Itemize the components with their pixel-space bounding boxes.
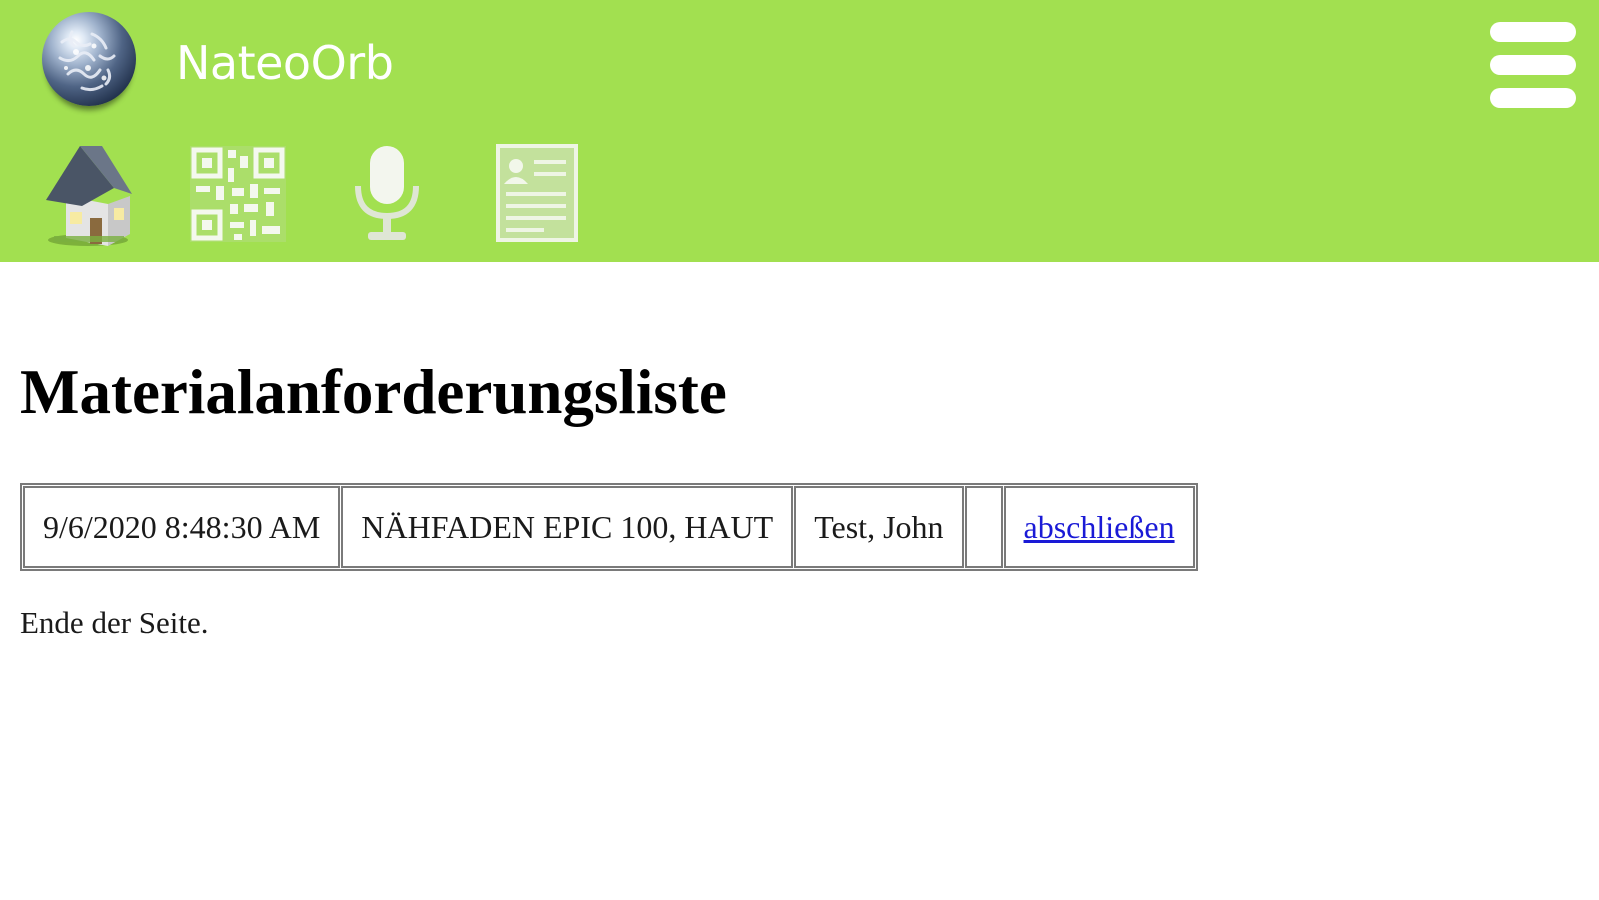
material-cell: NÄHFADEN EPIC 100, HAUT — [341, 486, 794, 568]
table-row: 9/6/2020 8:48:30 AM NÄHFADEN EPIC 100, H… — [23, 486, 1195, 568]
hamburger-menu-icon[interactable] — [1490, 22, 1576, 110]
microphone-icon[interactable] — [350, 142, 424, 246]
person-cell: Test, John — [794, 486, 964, 568]
contact-card-icon[interactable] — [494, 142, 580, 246]
app-title: NateoOrb — [176, 36, 394, 90]
globe-icon[interactable] — [42, 12, 136, 106]
empty-cell — [964, 486, 1003, 568]
complete-link[interactable]: abschließen — [1024, 509, 1175, 545]
page-title: Materialanforderungsliste — [20, 357, 727, 427]
timestamp-cell: 9/6/2020 8:48:30 AM — [23, 486, 341, 568]
home-icon[interactable] — [36, 142, 134, 250]
material-request-table: 9/6/2020 8:48:30 AM NÄHFADEN EPIC 100, H… — [20, 483, 1198, 571]
action-cell: abschließen — [1003, 486, 1195, 568]
end-of-page-text: Ende der Seite. — [20, 605, 209, 640]
top-bar: NateoOrb — [0, 0, 1599, 262]
qr-code-icon[interactable] — [188, 142, 288, 246]
